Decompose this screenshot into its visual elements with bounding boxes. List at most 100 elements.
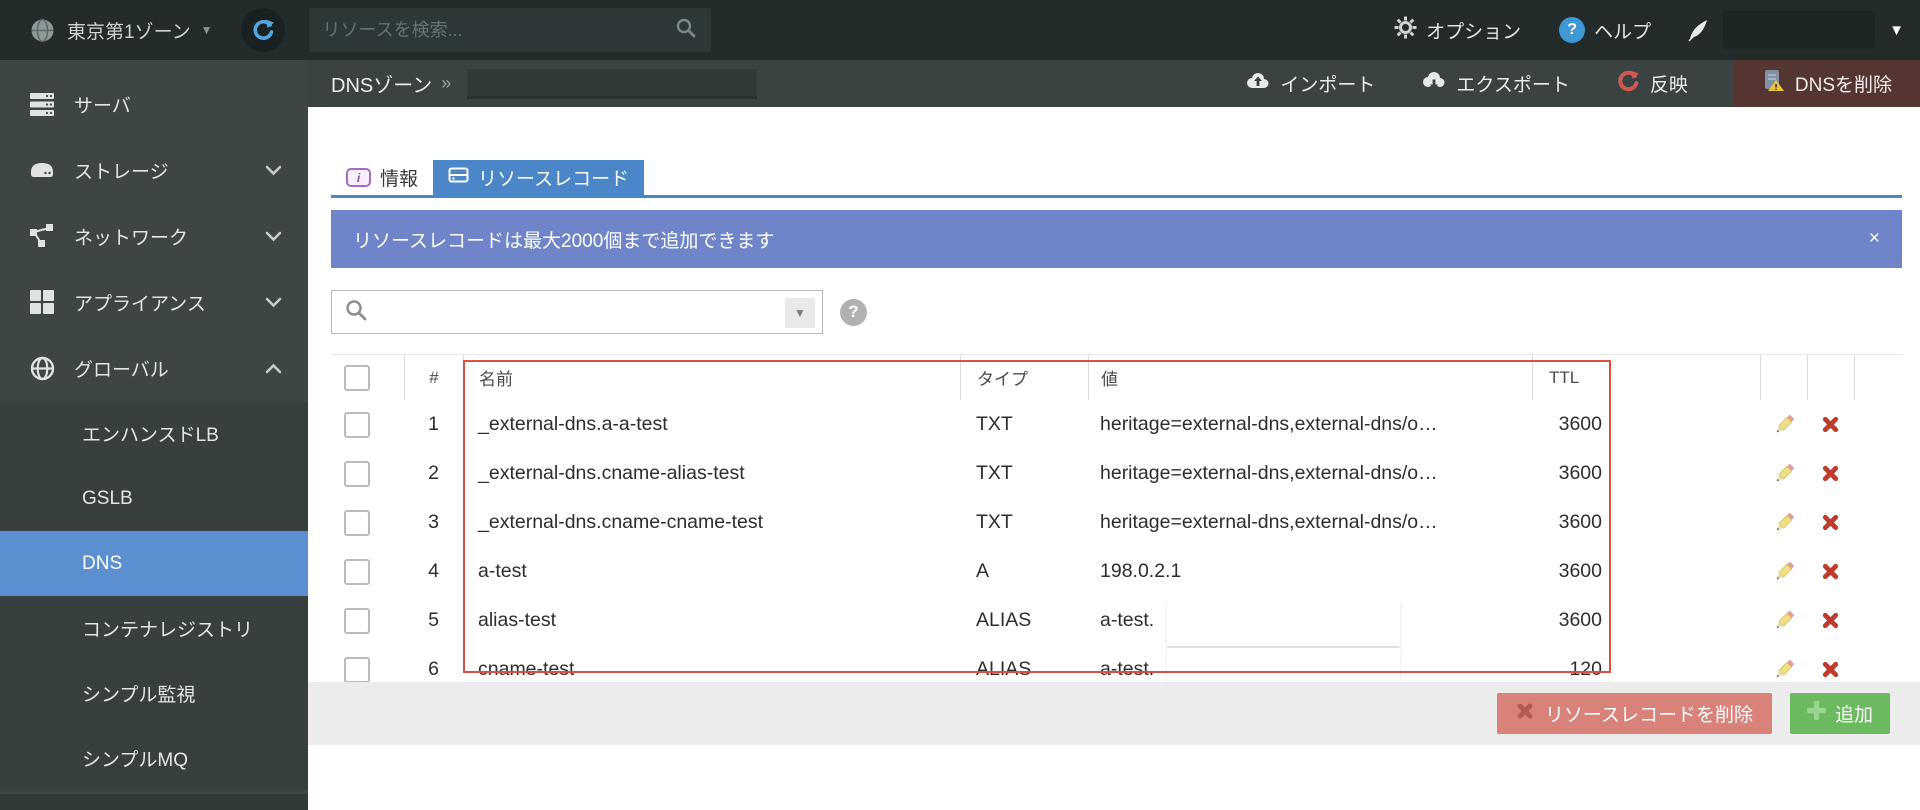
sidebar-item-label: ネットワーク [74, 223, 188, 250]
record-type: ALIAS [960, 596, 1088, 645]
edit-pencil-icon[interactable] [1772, 462, 1796, 486]
record-value: heritage=external-dns,external-dns/o… [1088, 498, 1532, 547]
add-record-button[interactable]: 追加 [1790, 693, 1890, 734]
sub-item-label: DNS [82, 553, 122, 575]
delete-records-label: リソースレコードを削除 [1545, 700, 1753, 727]
import-button[interactable]: インポート [1245, 70, 1375, 97]
sidebar-item-server[interactable]: サーバ [0, 71, 308, 137]
help-icon: ? [1559, 17, 1585, 43]
select-all-checkbox[interactable] [344, 365, 370, 391]
cloud-download-icon [1421, 71, 1446, 96]
row-checkbox[interactable] [344, 461, 370, 487]
column-header-type[interactable]: タイプ [960, 355, 1088, 400]
table-footer-bar: リソースレコードを削除 追加 [308, 682, 1920, 745]
plus-icon [1807, 701, 1826, 726]
sidebar-item-container-registry[interactable]: コンテナレジストリ [0, 596, 308, 661]
edit-pencil-icon[interactable] [1772, 609, 1796, 633]
column-header-num[interactable]: # [404, 355, 463, 400]
zone-caret-down-icon[interactable]: ▼ [201, 23, 213, 37]
filter-row: ▼ ? [331, 290, 1902, 334]
help-button[interactable]: ? ヘルプ [1559, 17, 1651, 44]
refresh-red-icon [1616, 69, 1640, 99]
row-number: 1 [404, 400, 463, 449]
global-submenu: エンハンスドLB GSLB DNS コンテナレジストリ シンプル監視 シンプルM… [0, 401, 308, 791]
row-checkbox[interactable] [344, 412, 370, 438]
record-ttl: 3600 [1532, 400, 1760, 449]
refresh-icon [251, 18, 275, 42]
record-value: heritage=external-dns,external-dns/o… [1088, 449, 1532, 498]
chevron-down-icon [265, 231, 282, 242]
content: i 情報 リソースレコード リソースレコードは最大2000個まで追加できます × [308, 160, 1920, 694]
edit-pencil-icon[interactable] [1772, 511, 1796, 535]
options-button[interactable]: オプション [1394, 16, 1521, 45]
sidebar-item-global[interactable]: グローバル [0, 335, 308, 401]
row-checkbox[interactable] [344, 559, 370, 585]
delete-x-icon[interactable] [1821, 660, 1840, 679]
filter-help-icon[interactable]: ? [840, 299, 867, 326]
zone-selector-label[interactable]: 東京第1ゾーン [67, 17, 191, 44]
chevron-down-icon [265, 297, 282, 308]
sidebar-item-enhanced-lb[interactable]: エンハンスドLB [0, 401, 308, 466]
refresh-button[interactable] [241, 8, 285, 52]
appliance-icon [28, 290, 56, 315]
info-icon: i [346, 168, 371, 187]
sidebar-item-network[interactable]: ネットワーク [0, 203, 308, 269]
table-body: 1 _external-dns.a-a-test TXT heritage=ex… [331, 400, 1902, 694]
export-label: エクスポート [1456, 70, 1569, 97]
tab-info[interactable]: i 情報 [331, 160, 433, 195]
delete-x-icon[interactable] [1821, 562, 1840, 581]
delete-x-icon[interactable] [1821, 611, 1840, 630]
edit-pencil-icon[interactable] [1772, 413, 1796, 437]
value-redaction-overlay [1167, 599, 1400, 646]
sidebar-item-gslb[interactable]: GSLB [0, 466, 308, 531]
search-icon [675, 17, 697, 44]
network-icon [28, 224, 56, 248]
table-header-row: # 名前 タイプ 値 TTL [331, 354, 1902, 400]
sub-item-label: GSLB [82, 488, 133, 510]
delete-dns-label: DNSを削除 [1795, 70, 1892, 97]
column-header-ttl[interactable]: TTL [1532, 355, 1760, 400]
export-button[interactable]: エクスポート [1421, 70, 1569, 97]
delete-dns-button[interactable]: DNSを削除 [1734, 60, 1920, 107]
record-ttl: 3600 [1532, 596, 1760, 645]
row-checkbox[interactable] [344, 608, 370, 634]
sidebar-item-label: アプライアンス [74, 289, 206, 316]
column-header-value[interactable]: 値 [1088, 355, 1532, 400]
banner-close-icon[interactable]: × [1869, 228, 1880, 250]
resource-search-input[interactable] [323, 20, 675, 41]
delete-x-icon[interactable] [1821, 415, 1840, 434]
sidebar-item-simple-monitoring[interactable]: シンプル監視 [0, 661, 308, 726]
account-caret-down-icon[interactable]: ▼ [1889, 22, 1904, 39]
tab-bar: i 情報 リソースレコード [331, 160, 1902, 198]
edit-pencil-icon[interactable] [1772, 560, 1796, 584]
sidebar: サーバ ストレージ [0, 60, 308, 810]
sidebar-next-section-edge [0, 794, 308, 810]
resource-search-box[interactable] [309, 8, 711, 52]
record-ttl: 3600 [1532, 547, 1760, 596]
record-filter-input[interactable] [378, 302, 774, 323]
options-label: オプション [1426, 17, 1521, 44]
delete-records-button[interactable]: リソースレコードを削除 [1497, 693, 1772, 734]
topbar: 東京第1ゾーン ▼ [0, 0, 1920, 60]
sidebar-item-appliance[interactable]: アプライアンス [0, 269, 308, 335]
edit-pencil-icon[interactable] [1772, 658, 1796, 682]
main-panel: DNSゾーン » インポート エクスポート [308, 60, 1920, 810]
table-row: 3 _external-dns.cname-cname-test TXT her… [331, 498, 1902, 547]
sub-item-label: エンハンスドLB [82, 420, 219, 447]
chevron-down-icon [265, 165, 282, 176]
record-filter-box[interactable]: ▼ [331, 290, 823, 334]
cloud-upload-icon [1245, 71, 1270, 96]
delete-x-icon[interactable] [1821, 464, 1840, 483]
info-banner: リソースレコードは最大2000個まで追加できます × [331, 210, 1902, 268]
column-header-name[interactable]: 名前 [463, 355, 960, 400]
sidebar-item-storage[interactable]: ストレージ [0, 137, 308, 203]
filter-dropdown-button[interactable]: ▼ [785, 298, 815, 328]
row-checkbox[interactable] [344, 510, 370, 536]
sidebar-item-dns[interactable]: DNS [0, 531, 308, 596]
row-checkbox[interactable] [344, 657, 370, 683]
reflect-button[interactable]: 反映 [1616, 69, 1688, 99]
tab-resource-records[interactable]: リソースレコード [433, 160, 644, 195]
account-name-redacted[interactable] [1723, 11, 1875, 49]
sidebar-item-simple-mq[interactable]: シンプルMQ [0, 726, 308, 791]
delete-x-icon[interactable] [1821, 513, 1840, 532]
